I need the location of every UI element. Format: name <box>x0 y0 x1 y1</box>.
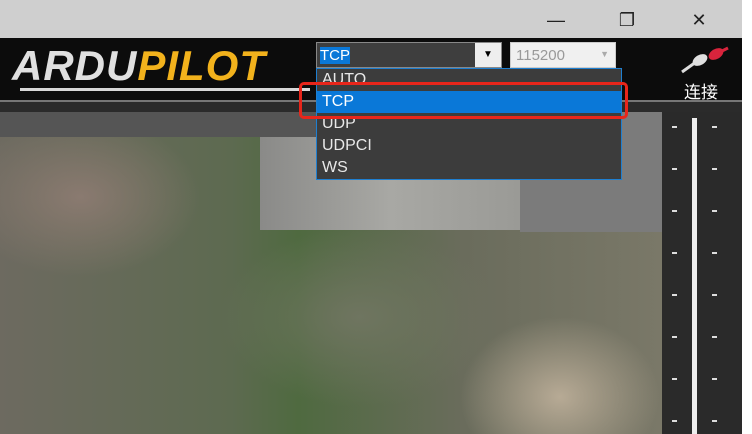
tick <box>672 336 677 338</box>
logo-underline <box>20 88 310 91</box>
frame-edge <box>742 0 752 434</box>
close-button[interactable]: ✕ <box>679 6 719 34</box>
tick <box>672 420 677 422</box>
tick <box>672 210 677 212</box>
ardupilot-logo: ARDUPILOT <box>12 42 266 89</box>
annotation-highlight-box <box>299 82 628 119</box>
connection-type-value: TCP <box>320 47 350 64</box>
option-ws[interactable]: WS <box>317 157 621 179</box>
tick <box>712 210 717 212</box>
baud-rate-value: 115200 <box>516 47 565 64</box>
plug-icon <box>681 46 729 74</box>
tick <box>712 336 717 338</box>
altitude-tape <box>662 112 742 434</box>
tick <box>712 420 717 422</box>
restore-button[interactable]: ❐ <box>607 6 647 34</box>
tick <box>712 252 717 254</box>
option-udpci[interactable]: UDPCI <box>317 135 621 157</box>
tape-bar <box>692 118 697 434</box>
tick <box>672 168 677 170</box>
title-bar: — ❐ ✕ <box>0 0 742 38</box>
minimize-button[interactable]: — <box>536 6 576 34</box>
tick <box>672 252 677 254</box>
tick <box>712 126 717 128</box>
tick <box>712 294 717 296</box>
tick <box>672 378 677 380</box>
tick <box>672 126 677 128</box>
connect-button[interactable]: 连接 <box>672 46 730 102</box>
tick <box>712 168 717 170</box>
tick <box>672 294 677 296</box>
baud-rate-select[interactable]: 115200 ▼ <box>510 42 616 68</box>
chevron-down-icon: ▼ <box>600 49 609 59</box>
chevron-down-icon[interactable]: ▼ <box>475 43 501 67</box>
connection-type-select[interactable]: TCP ▼ <box>316 42 502 68</box>
tick <box>712 378 717 380</box>
